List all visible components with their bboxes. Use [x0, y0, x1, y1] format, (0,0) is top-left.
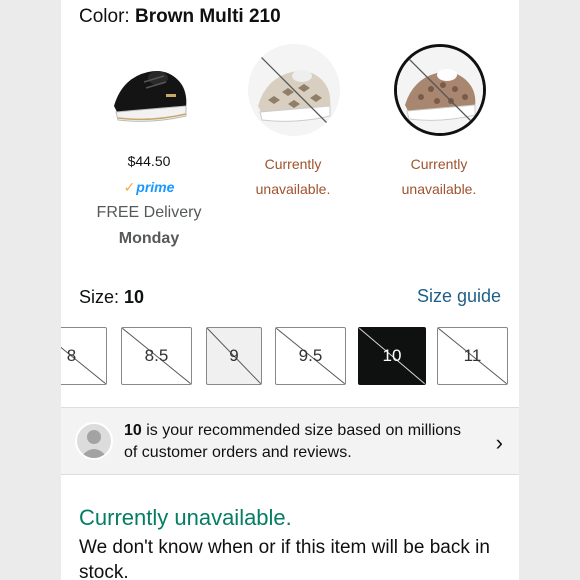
- delivery-day: Monday: [118, 230, 180, 247]
- color-prefix: Color:: [79, 6, 135, 27]
- size-recommendation-row[interactable]: 10 is your recommended size based on mil…: [61, 407, 519, 475]
- prime-check-icon: ✓: [123, 179, 136, 195]
- size-button-9[interactable]: 9: [206, 327, 262, 385]
- size-value: 10: [124, 287, 145, 307]
- size-label: 9.5: [298, 346, 323, 365]
- brown-multi-sneaker-image: [397, 47, 483, 133]
- swatch-price: $44.50: [127, 153, 171, 169]
- status-line-2: unavailable.: [401, 181, 477, 197]
- size-button-11[interactable]: 11: [437, 327, 508, 385]
- recommendation-text: 10 is your recommended size based on mil…: [124, 420, 484, 464]
- product-options-panel: Color: Brown Multi 210 $44.50 ✓prime FRE…: [61, 0, 519, 580]
- black-sneaker-image: [104, 44, 196, 136]
- size-guide-link[interactable]: Size guide: [417, 286, 501, 307]
- size-label: 8: [66, 346, 77, 365]
- swatch-unavailable-status: Currently unavailable.: [379, 152, 499, 202]
- prime-badge: ✓prime: [109, 179, 189, 196]
- color-swatch-black[interactable]: [104, 44, 196, 136]
- prime-label: prime: [136, 179, 175, 195]
- status-line-1: Currently: [264, 156, 322, 172]
- size-button-8-5[interactable]: 8.5: [121, 327, 192, 385]
- swatch-unavailable-status: Currently unavailable.: [233, 152, 353, 202]
- size-label: 10: [382, 346, 402, 365]
- size-button-9-5[interactable]: 9.5: [275, 327, 346, 385]
- color-swatch-brown-multi[interactable]: [394, 44, 486, 136]
- size-button-8[interactable]: 8: [61, 327, 107, 385]
- size-label: 8.5: [144, 346, 169, 365]
- size-label: 11: [463, 346, 482, 365]
- size-prefix: Size:: [79, 287, 125, 307]
- status-line-2: unavailable.: [255, 181, 331, 197]
- status-line-1: Currently: [410, 156, 468, 172]
- size-label: 9: [229, 346, 239, 365]
- color-value: Brown Multi 210: [134, 6, 281, 27]
- chevron-right-icon: ›: [495, 430, 503, 455]
- color-selection-label: Color: Brown Multi 210: [79, 6, 281, 28]
- availability-message: We don't know when or if this item will …: [79, 537, 490, 580]
- recommendation-line-1: is your recommended size based on millio…: [141, 422, 462, 439]
- delivery-text: FREE Delivery: [96, 204, 202, 221]
- recommended-size: 10: [124, 422, 142, 439]
- size-button-10-selected[interactable]: 10: [358, 327, 426, 385]
- size-selection-label: Size: 10: [79, 287, 144, 308]
- recommendation-line-2: of customer orders and reviews.: [124, 444, 352, 461]
- color-swatch-snake-print[interactable]: [248, 44, 340, 136]
- avatar-icon: [75, 422, 113, 460]
- snake-sneaker-image: [248, 44, 340, 136]
- availability-status: Currently unavailable.: [79, 505, 292, 530]
